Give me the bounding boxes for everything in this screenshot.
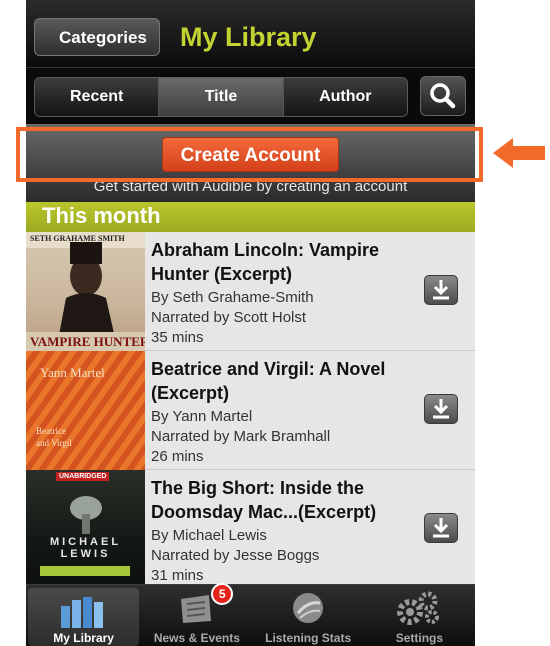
book-title: Abraham Lincoln: Vampire Hunter (Excerpt… [151, 240, 380, 284]
download-icon [433, 280, 449, 300]
section-header: This month [26, 202, 475, 232]
book-narrator: Narrated by Scott Holst [151, 309, 307, 326]
segment-title[interactable]: Title [159, 78, 284, 116]
list-item[interactable]: SETH GRAHAME SMITH VAMPIRE HUNTER Abraha… [26, 232, 475, 351]
search-icon [430, 83, 456, 109]
sort-toolbar: Recent Title Author [26, 68, 475, 124]
books-icon [60, 597, 103, 628]
sort-segmented-control: Recent Title Author [34, 77, 408, 117]
tab-label: Settings [395, 631, 444, 645]
section-title: This month [42, 203, 161, 228]
gears-icon [397, 591, 440, 625]
download-button[interactable] [424, 513, 458, 543]
tab-settings[interactable]: Settings [364, 585, 475, 646]
book-author: By Seth Grahame-Smith [151, 289, 314, 306]
annotation-arrow-icon [493, 138, 545, 168]
book-title: The Big Short: Inside the Doomsday Mac..… [151, 478, 377, 522]
tab-label: Listening Stats [265, 631, 352, 645]
tab-label: My Library [53, 631, 114, 645]
book-length: 35 mins [151, 329, 204, 346]
notification-badge: 5 [211, 583, 234, 605]
cover-title-text: VAMPIRE HUNTER [30, 334, 145, 349]
download-icon [433, 399, 449, 419]
cover-title-text: Beatrice and Virgil [36, 426, 72, 448]
book-narrator: Narrated by Mark Bramhall [151, 428, 331, 445]
book-cover: Yann Martel Beatrice and Virgil [26, 351, 145, 470]
tab-listening-stats[interactable]: Listening Stats [253, 585, 364, 646]
download-button[interactable] [424, 394, 458, 424]
book-author: By Yann Martel [151, 408, 253, 425]
book-cover: SETH GRAHAME SMITH VAMPIRE HUNTER [26, 232, 145, 351]
cover-author-text: SETH GRAHAME SMITH [30, 234, 125, 243]
search-button[interactable] [420, 76, 466, 116]
page-title: My Library [180, 22, 317, 52]
cover-subtitle-strip [40, 566, 130, 576]
book-narrator: Narrated by Jesse Boggs [151, 547, 320, 564]
segment-recent[interactable]: Recent [35, 78, 160, 116]
tab-label: News & Events [153, 631, 240, 645]
tab-news-events[interactable]: 5 News & Events [141, 583, 252, 646]
book-author: By Michael Lewis [151, 527, 267, 544]
book-title: Beatrice and Virgil: A Novel (Excerpt) [151, 359, 386, 403]
list-item[interactable]: UNABRIDGED MICHAEL LEWIS The Big Short: … [26, 470, 475, 584]
app-screen: Categories My Library Recent Title Autho… [26, 0, 475, 646]
navigation-bar: Categories My Library [26, 0, 475, 68]
segment-author[interactable]: Author [283, 78, 407, 116]
download-icon [433, 518, 449, 538]
book-length: 26 mins [151, 448, 204, 465]
stats-disc-icon [293, 593, 324, 623]
book-cover: UNABRIDGED MICHAEL LEWIS [26, 470, 145, 584]
download-button[interactable] [424, 275, 458, 305]
cover-author-text: Yann Martel [40, 365, 105, 380]
cover-author-text: MICHAEL LEWIS [49, 536, 122, 560]
categories-back-button[interactable]: Categories [34, 18, 160, 56]
annotation-highlight-box [16, 127, 483, 182]
list-item[interactable]: Yann Martel Beatrice and Virgil Beatrice… [26, 351, 475, 470]
tab-bar: My Library 5 News & Events Listening Sta… [26, 583, 475, 646]
back-button-label: Categories [59, 28, 147, 47]
book-list: SETH GRAHAME SMITH VAMPIRE HUNTER Abraha… [26, 232, 475, 584]
tab-my-library[interactable]: My Library [28, 588, 140, 646]
book-length: 31 mins [151, 567, 204, 584]
